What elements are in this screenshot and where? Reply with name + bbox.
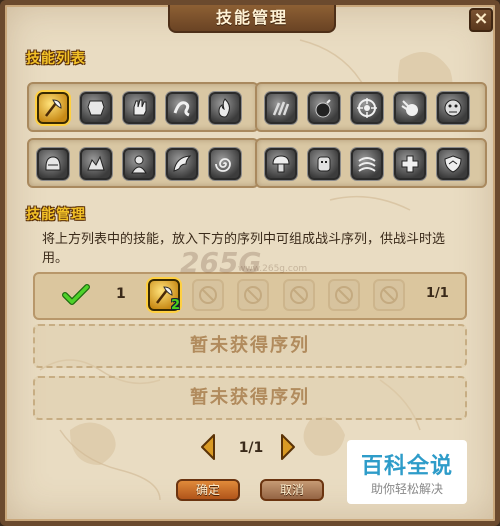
arrow-right-icon[interactable] — [279, 433, 297, 461]
skill-panel-left-row1 — [27, 82, 259, 132]
skill-panel-right-row1 — [255, 82, 487, 132]
empty-sequence-row-1[interactable]: 暂未获得序列 — [33, 324, 467, 368]
beast-skill-icon[interactable] — [80, 148, 112, 180]
warrior-skill-icon[interactable] — [123, 148, 155, 180]
watermark-url: www.265g.com — [238, 264, 308, 274]
confirm-button[interactable]: 确定 — [176, 479, 240, 501]
spiral-skill-icon[interactable] — [209, 148, 241, 180]
check-icon[interactable] — [62, 284, 90, 306]
arrow-left-icon[interactable] — [199, 433, 217, 461]
no-entry-icon — [380, 286, 398, 304]
shield-skill-icon[interactable] — [437, 148, 469, 180]
glove-skill-icon[interactable] — [123, 92, 155, 124]
bomb-skill-icon[interactable] — [308, 92, 340, 124]
close-button[interactable]: × — [469, 8, 493, 32]
watermark-badge: 百科全说 助你轻松解决 — [347, 440, 467, 504]
no-entry-icon — [244, 286, 262, 304]
mushroom-skill-icon[interactable] — [265, 148, 297, 180]
watermark-logo: 265G — [180, 246, 262, 279]
no-entry-icon — [335, 286, 353, 304]
flame-skill-icon[interactable] — [209, 92, 241, 124]
golem-skill-icon[interactable] — [308, 148, 340, 180]
empty-slot-2[interactable] — [237, 279, 269, 311]
page-indicator: 1/1 — [238, 440, 264, 456]
armor-skill-icon[interactable] — [80, 92, 112, 124]
no-entry-icon — [199, 286, 217, 304]
skill-manage-label: 技能管理 — [26, 207, 86, 223]
sequence-page-indicator: 1/1 — [426, 286, 449, 301]
empty-sequence-row-2[interactable]: 暂未获得序列 — [33, 376, 467, 420]
empty-slot-3[interactable] — [283, 279, 315, 311]
window-title: 技能管理 — [168, 5, 336, 33]
helmet-skill-icon[interactable] — [37, 148, 69, 180]
whirl-skill-icon[interactable] — [351, 148, 383, 180]
fireball-skill-icon[interactable] — [394, 92, 426, 124]
empty-slot-1[interactable] — [192, 279, 224, 311]
cancel-button[interactable]: 取消 — [260, 479, 324, 501]
empty-slot-5[interactable] — [373, 279, 405, 311]
skill-panel-right-row2 — [255, 138, 487, 188]
wing-skill-icon[interactable] — [166, 148, 198, 180]
empty-slot-4[interactable] — [328, 279, 360, 311]
badge-subtitle: 助你轻松解决 — [370, 482, 443, 496]
sequence-skill-level: 2 — [171, 298, 181, 313]
skill-list-label: 技能列表 — [26, 51, 86, 67]
skill-panel-left-row2 — [27, 138, 259, 188]
dragon-skill-icon[interactable] — [166, 92, 198, 124]
heal-cross-skill-icon[interactable] — [394, 148, 426, 180]
claw-skill-icon[interactable] — [265, 92, 297, 124]
axe-skill-icon[interactable] — [37, 92, 69, 124]
target-skill-icon[interactable] — [351, 92, 383, 124]
sequence-number: 1 — [116, 286, 126, 302]
ogre-skill-icon[interactable] — [437, 92, 469, 124]
badge-title: 百科全说 — [360, 454, 453, 479]
no-entry-icon — [290, 286, 308, 304]
